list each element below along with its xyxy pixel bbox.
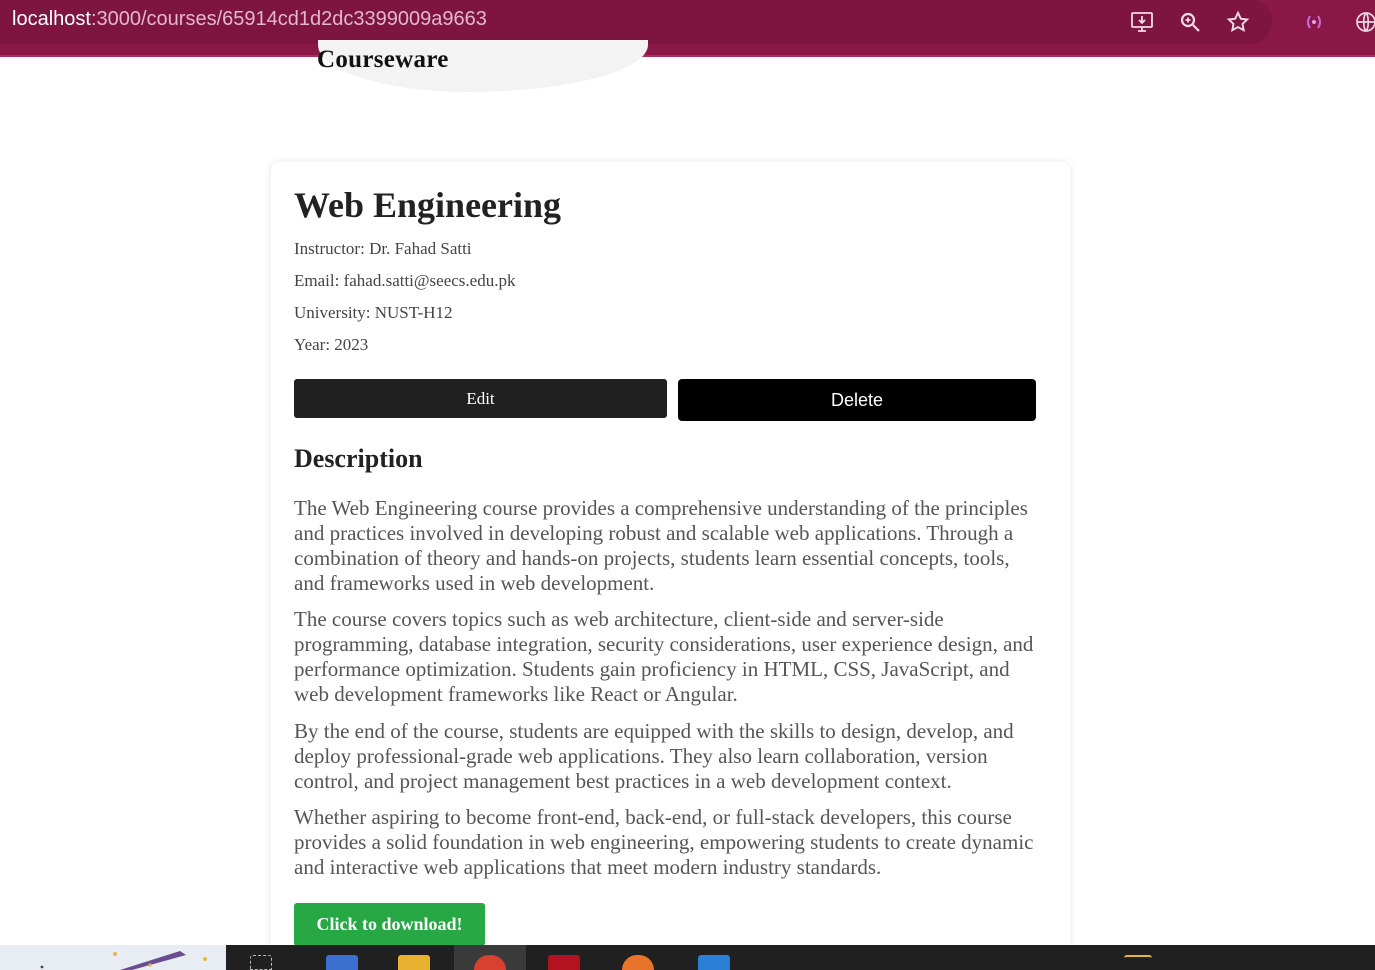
- course-instructor: Instructor: Dr. Fahad Satti: [294, 239, 472, 258]
- bookmark-star-icon[interactable]: [1224, 8, 1252, 36]
- zoom-icon[interactable]: [1176, 8, 1204, 36]
- url-host: localhost: [12, 8, 91, 30]
- url-path: :3000/courses/65914cd1d2dc3399009a9663: [90, 8, 487, 30]
- notification-icon[interactable]: [1124, 955, 1152, 970]
- taskbar: [0, 945, 1375, 970]
- widget-image-icon: [0, 945, 226, 970]
- firefox-icon[interactable]: [622, 955, 654, 970]
- url-text[interactable]: localhost:3000/courses/65914cd1d2dc33990…: [12, 8, 487, 31]
- delete-button[interactable]: Delete: [678, 379, 1036, 421]
- course-university: University: NUST-H12: [294, 303, 453, 322]
- browser-toolbar: localhost:3000/courses/65914cd1d2dc33990…: [0, 0, 1375, 57]
- description-heading: Description: [294, 444, 423, 473]
- extension-icon[interactable]: [1300, 8, 1328, 36]
- taskbar-app-icon[interactable]: [548, 955, 580, 970]
- course-email: Email: fahad.satti@seecs.edu.pk: [294, 271, 516, 290]
- taskbar-widget[interactable]: [0, 945, 226, 970]
- download-button[interactable]: Click to download!: [294, 903, 485, 946]
- vscode-icon[interactable]: [698, 955, 730, 970]
- file-explorer-icon[interactable]: [398, 955, 430, 970]
- address-bar[interactable]: localhost:3000/courses/65914cd1d2dc33990…: [0, 0, 1272, 44]
- description-paragraph: The Web Engineering course provides a co…: [294, 496, 1028, 595]
- description-paragraph: By the end of the course, students are e…: [294, 719, 1014, 793]
- site-logo[interactable]: Courseware: [317, 46, 449, 74]
- course-title: Web Engineering: [294, 185, 562, 225]
- course-card: Web Engineering Instructor: Dr. Fahad Sa…: [271, 162, 1070, 962]
- description-paragraph: Whether aspiring to become front-end, ba…: [294, 805, 1034, 879]
- edit-button[interactable]: Edit: [294, 379, 667, 418]
- taskbar-app-icon[interactable]: [326, 955, 358, 970]
- task-view-icon[interactable]: [250, 955, 272, 970]
- globe-icon[interactable]: [1352, 8, 1375, 36]
- description-paragraph: The course covers topics such as web arc…: [294, 607, 1034, 706]
- course-year: Year: 2023: [294, 335, 369, 354]
- install-app-icon[interactable]: [1128, 8, 1156, 36]
